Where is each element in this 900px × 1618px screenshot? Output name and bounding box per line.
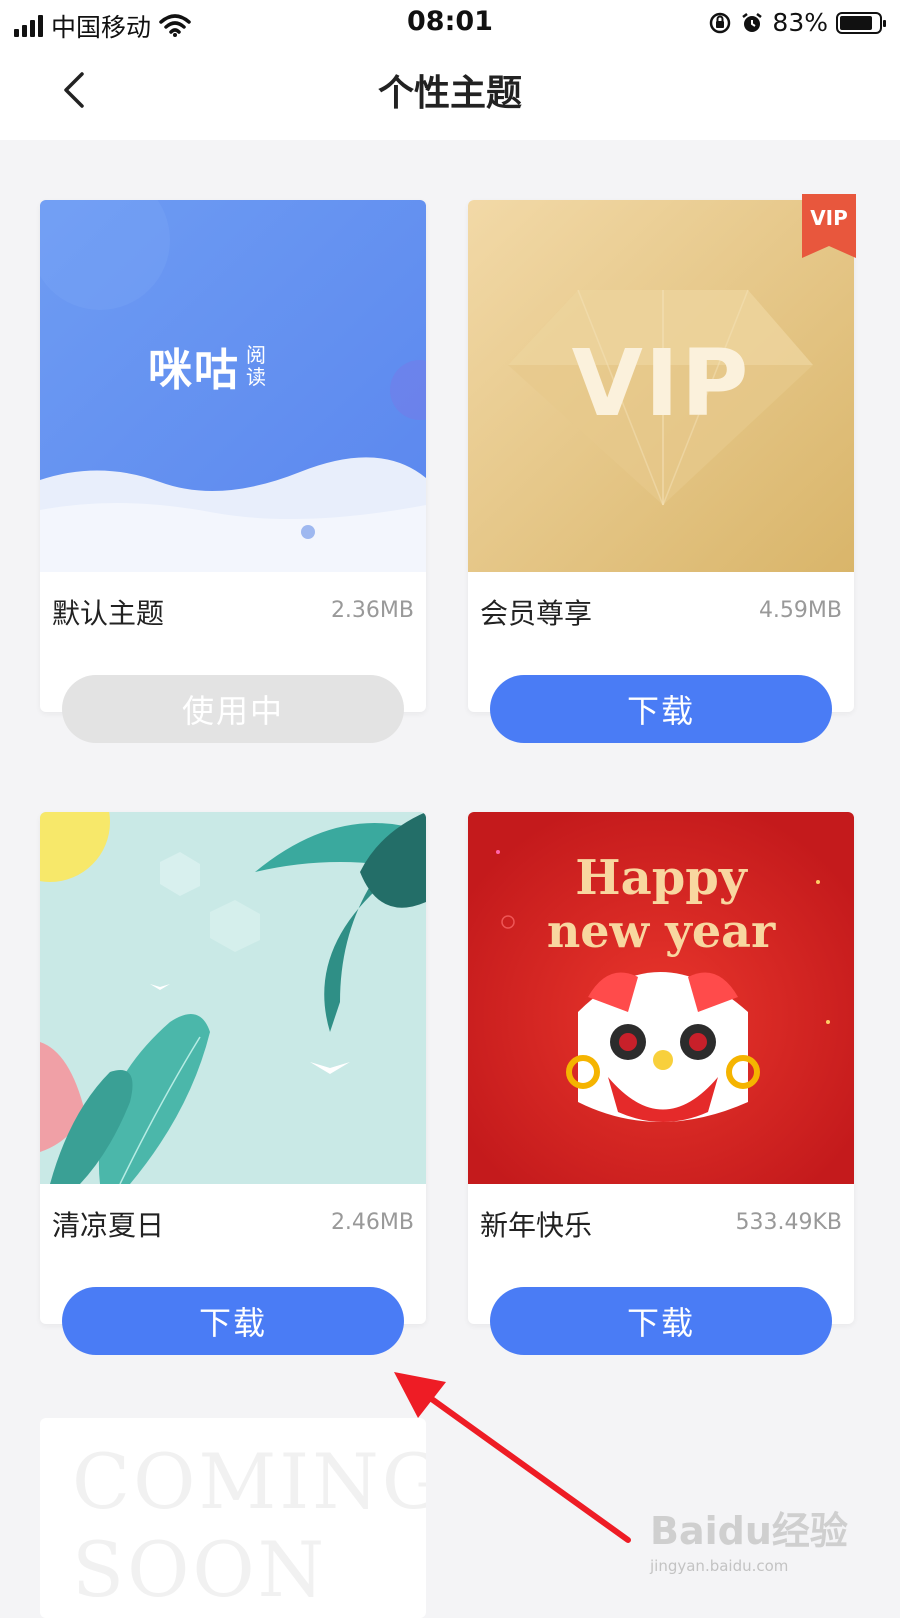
theme-card-default[interactable]: 咪咕 阅读 默认主题 2.36MB 使用中 (40, 200, 426, 743)
watermark-brand: Baidu经验 (650, 1509, 848, 1553)
theme-name: 会员尊享 (480, 597, 593, 630)
battery-percent: 83% (772, 8, 828, 37)
rotation-lock-icon (710, 12, 731, 33)
theme-size: 4.59MB (758, 598, 842, 623)
coming-soon-text: COMING SOON (72, 1438, 426, 1614)
vip-art-text: VIP (571, 330, 751, 437)
theme-card-summer[interactable]: 清凉夏日 2.46MB 下载 (40, 812, 426, 1355)
page-title: 个性主题 (377, 72, 522, 114)
new-year-art-line2: new year (546, 904, 776, 958)
coming-soon-line1: COMING (72, 1437, 426, 1526)
theme-name: 新年快乐 (480, 1209, 593, 1242)
theme-thumbnail-new-year[interactable]: Happy new year (468, 812, 854, 1184)
nav-bar: 个性主题 (0, 44, 900, 140)
theme-name: 清凉夏日 (52, 1209, 165, 1242)
vip-badge: VIP (802, 194, 856, 258)
migu-logo: 咪咕 阅读 (148, 334, 270, 398)
battery-icon (836, 11, 886, 34)
theme-thumbnail-default[interactable]: 咪咕 阅读 (40, 200, 426, 572)
download-button[interactable]: 下载 (62, 1287, 404, 1355)
theme-size: 533.49KB (735, 1210, 843, 1235)
theme-name: 默认主题 (52, 597, 165, 630)
status-right: 83% (708, 8, 886, 37)
theme-thumbnail-vip[interactable]: VIP (468, 200, 854, 572)
vip-badge-text: VIP (810, 206, 848, 230)
new-year-art-line1: Happy (575, 850, 747, 906)
coming-soon-card: COMING SOON (40, 1418, 426, 1618)
watermark-url: jingyan.baidu.com (650, 1557, 789, 1575)
annotation-arrow-icon (394, 1372, 631, 1543)
theme-thumbnail-summer[interactable] (40, 812, 426, 1184)
theme-card-new-year[interactable]: Happy new year 新年快乐 533.49KB 下载 (468, 812, 854, 1355)
lion-head (566, 972, 760, 1122)
coming-soon-line2: SOON (72, 1525, 328, 1614)
in-use-button[interactable]: 使用中 (62, 675, 404, 743)
logo-sub-text: 阅读 (246, 343, 266, 389)
theme-card-vip[interactable]: VIP VIP 会员尊享 4.59MB 下载 (468, 194, 856, 743)
download-button[interactable]: 下载 (490, 1287, 832, 1355)
alarm-icon (742, 12, 763, 32)
theme-size: 2.36MB (330, 598, 414, 623)
theme-size: 2.46MB (330, 1210, 414, 1235)
status-bar: 中国移动 08:01 83% (0, 0, 900, 44)
download-button[interactable]: 下载 (490, 675, 832, 743)
logo-main-text: 咪咕 (148, 345, 240, 396)
watermark: Baidu经验 jingyan.baidu.com (650, 1500, 860, 1580)
